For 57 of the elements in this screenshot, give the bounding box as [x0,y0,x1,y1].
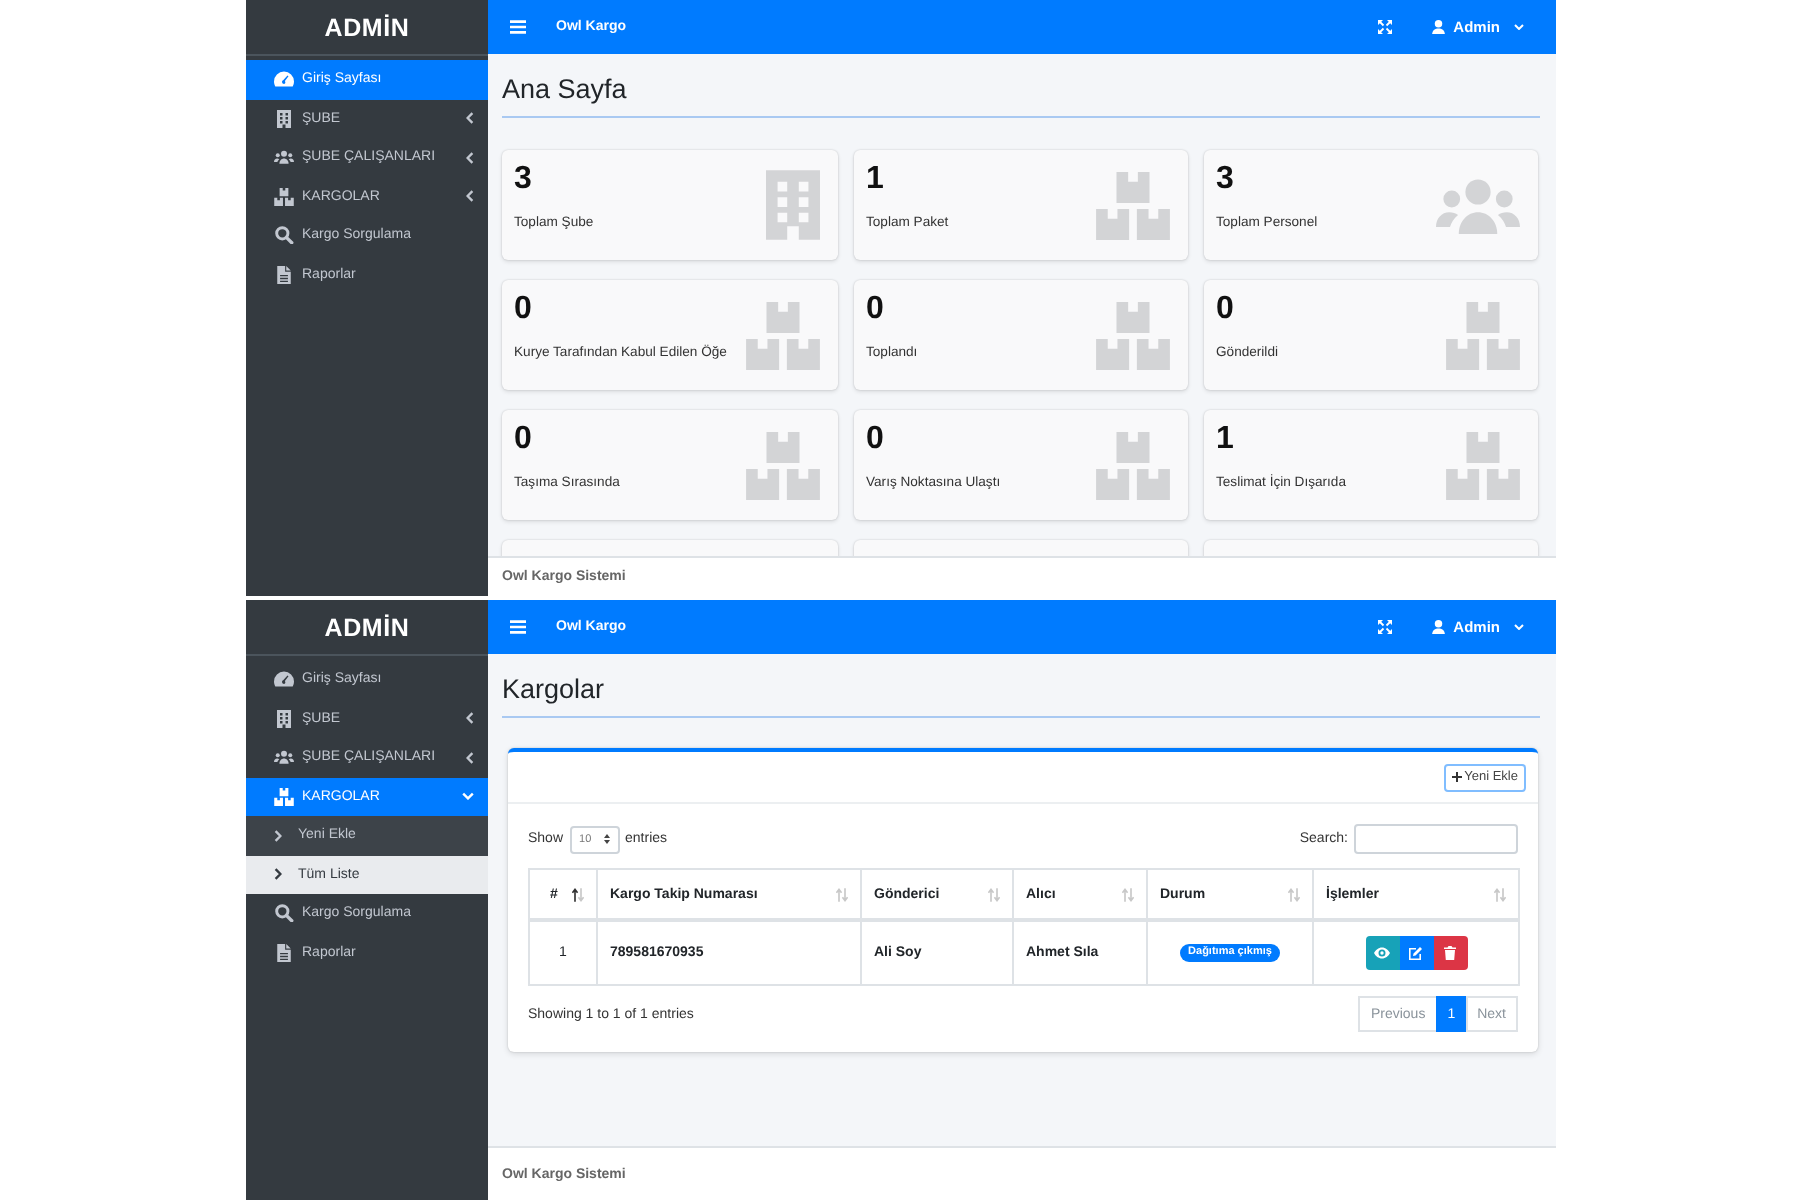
trash-icon [1442,946,1458,960]
user-icon [1432,19,1446,35]
chevron-down-icon [1514,24,1524,30]
users-icon [274,748,294,767]
building-icon [766,170,820,240]
brand-title: ADMİN [324,13,410,41]
page-title: Kargolar [502,672,605,708]
select-arrows-icon [603,834,610,844]
gauge-icon [274,670,294,689]
boxes-icon [746,431,820,499]
stat-value: 0 [514,292,534,328]
stat-value: 0 [1216,292,1236,328]
page-title: Ana Sayfa [502,72,627,108]
stat-value: 1 [866,162,886,198]
edit-button[interactable] [1399,936,1433,970]
stat-value: 3 [1216,162,1236,198]
boxes-icon [1096,301,1170,369]
users-icon [1436,177,1520,233]
plus-icon [1451,772,1462,782]
fullscreen-button[interactable] [1378,20,1393,34]
stat-value: 3 [514,162,534,198]
menu-icon [510,620,526,634]
file-icon [274,265,294,284]
eye-icon [1374,946,1390,960]
boxes-icon [274,187,294,206]
fullscreen-button[interactable] [1378,620,1393,634]
expand-arrows-icon [1378,20,1393,34]
stat-value: 0 [866,422,886,458]
chevron-down-icon [1514,624,1524,630]
search-icon [274,904,294,923]
gauge-icon [274,70,294,89]
menu-button[interactable] [510,620,526,634]
user-icon [1432,619,1446,635]
expand-arrows-icon [1378,620,1393,634]
users-icon [274,148,294,167]
boxes-icon [1446,431,1520,499]
edit-icon [1408,946,1424,960]
delete-button[interactable] [1433,936,1467,970]
stat-value: 0 [514,422,534,458]
building-icon [274,109,294,128]
building-icon [274,709,294,728]
file-icon [274,943,294,962]
menu-button[interactable] [510,20,526,34]
boxes-icon [746,301,820,369]
boxes-icon [274,787,294,806]
boxes-icon [1446,301,1520,369]
stat-value: 0 [866,292,886,328]
brand-title: ADMİN [324,613,410,641]
boxes-icon [1096,431,1170,499]
chevron-right-icon [274,868,282,881]
search-icon [274,226,294,245]
search-field[interactable] [1354,824,1518,854]
stat-value: 1 [1216,422,1236,458]
chevron-right-icon [274,829,282,842]
boxes-icon [1096,171,1170,239]
view-button[interactable] [1365,936,1399,970]
menu-icon [510,20,526,34]
